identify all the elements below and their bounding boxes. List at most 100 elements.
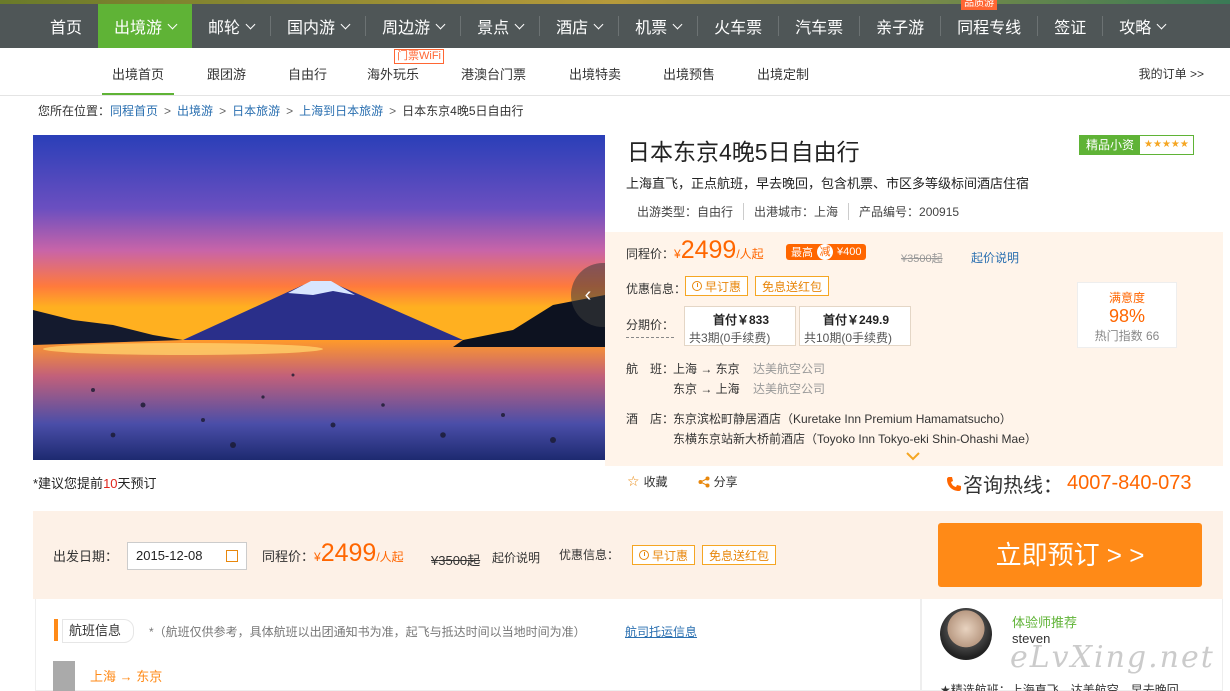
clock-icon	[639, 550, 649, 560]
price-explain-link[interactable]: 起价说明	[971, 249, 1019, 266]
nav-guides[interactable]: 攻略	[1103, 4, 1181, 48]
share-button[interactable]: 分享	[698, 473, 738, 490]
price-label: 同程价：	[626, 247, 675, 261]
breadcrumb-label: 您所在位置：	[38, 104, 111, 118]
hotline-label: 咨询热线：	[963, 475, 1063, 497]
product-meta: 出游类型：自由行 出港城市：上海 产品编号：200915	[637, 203, 969, 220]
product-title: 日本东京4晚5日自由行	[627, 139, 860, 165]
product-id: 产品编号：200915	[859, 205, 960, 219]
nav-hotel[interactable]: 酒店	[540, 4, 618, 48]
satisfaction-value: 98%	[1108, 306, 1146, 326]
nav-home[interactable]: 首页	[34, 4, 98, 48]
booking-promo-early[interactable]: 早订惠	[632, 545, 696, 565]
flight-outbound: 上海 → 东京 达美航空公司	[673, 360, 825, 377]
booking-promo-redpacket[interactable]: 免息送红包	[702, 545, 777, 565]
nav-train[interactable]: 火车票	[698, 4, 778, 48]
chevron-down-icon	[514, 19, 525, 29]
star-rating-icon: ★★★★★	[1144, 139, 1189, 150]
installment-title: 首付￥833	[713, 313, 770, 327]
breadcrumb-link[interactable]: 上海到日本旅游	[299, 102, 383, 119]
nav-label: 签证	[1054, 20, 1087, 37]
subnav-custom[interactable]: 出境定制	[757, 64, 809, 83]
flight-route: 东京 → 上海	[673, 382, 740, 396]
main-nav: 首页 出境游 邮轮 国内游 周边游 景点 酒店 机票 火车票 汽车票 亲子游 品…	[0, 0, 1230, 48]
booking-price-unit: /人起	[376, 550, 404, 564]
flight-info-tab-label: 航班信息	[62, 619, 135, 643]
nav-family[interactable]: 亲子游	[860, 4, 940, 48]
subnav-overseas-fun[interactable]: 海外玩乐	[367, 64, 419, 83]
breadcrumb-link[interactable]: 出境游	[177, 102, 213, 119]
installment-option-3[interactable]: 首付￥833 共3期(0手续费)	[684, 306, 796, 346]
breadcrumb-link[interactable]: 日本旅游	[232, 102, 280, 119]
nav-outbound[interactable]: 出境游	[98, 4, 193, 48]
nav-label: 机票	[635, 20, 668, 37]
favorite-label: 收藏	[643, 475, 668, 489]
departure-date-input[interactable]: 2015-12-08	[127, 542, 247, 570]
subnav-hk-tickets[interactable]: 港澳台门票	[461, 64, 526, 83]
subnav-free-travel[interactable]: 自由行	[288, 64, 327, 83]
hotline-number[interactable]: 4007-840-073	[1067, 472, 1192, 495]
nav-special-line[interactable]: 品质游 同程专线	[941, 0, 1037, 48]
chevron-down-icon	[245, 19, 256, 29]
promo-redpacket[interactable]: 免息送红包	[755, 276, 830, 296]
nav-nearby[interactable]: 周边游	[366, 4, 460, 48]
chevron-down-icon	[340, 19, 351, 29]
star-outline-icon: ☆	[627, 473, 640, 489]
booking-price-explain[interactable]: 起价说明	[492, 549, 540, 566]
nav-cruise[interactable]: 邮轮	[192, 4, 270, 48]
chevron-down-icon	[435, 19, 446, 29]
nav-domestic[interactable]: 国内游	[271, 4, 365, 48]
departure-city: 出港城市：上海	[744, 203, 850, 220]
flight-info-tab[interactable]: 航班信息	[54, 619, 135, 643]
breadcrumb-link[interactable]: 同程首页	[110, 102, 158, 119]
installment-option-10[interactable]: 首付￥249.9 共10期(0手续费)	[799, 306, 911, 346]
hotline: 咨询热线： 4007-840-073	[945, 469, 1192, 498]
avatar	[940, 608, 992, 660]
breadcrumb: 您所在位置： 同程首页 > 出境游 > 日本旅游 > 上海到日本旅游 > 日本东京4晚5…	[38, 102, 524, 119]
my-orders-link[interactable]: 我的订单 >>	[1139, 65, 1204, 82]
nav-label: 邮轮	[208, 20, 241, 37]
quality-badge-label: 精品小资	[1080, 136, 1141, 154]
calendar-icon	[226, 550, 238, 562]
subnav-presale[interactable]: 出境预售	[663, 64, 715, 83]
flight-note: *（航班仅供参考，具体航班以出团通知书为准，起飞与抵达时间以当地时间为准）	[149, 625, 586, 639]
day-marker	[53, 661, 75, 691]
expert-title: 体验师推荐	[1012, 615, 1078, 630]
max-label: 最高	[791, 247, 813, 259]
promo-early-booking[interactable]: 早订惠	[685, 276, 749, 296]
advance-suffix: 天预订	[117, 476, 157, 491]
satisfaction-label: 满意度	[1108, 291, 1145, 305]
hotel-1: 东京滨松町静居酒店（Kuretake Inn Premium Hamamatsu…	[673, 412, 1012, 426]
nav-visa[interactable]: 签证	[1038, 4, 1102, 48]
breadcrumb-current: 日本东京4晚5日自由行	[402, 104, 524, 118]
product-subtitle: 上海直飞，正点航班，早去晚回，包含机票、市区多等级标间酒店住宿	[626, 176, 1030, 191]
nav-flag-badge: 品质游	[961, 0, 998, 10]
expand-chevron-icon[interactable]	[906, 450, 920, 464]
baggage-info-link[interactable]: 航司托运信息	[625, 623, 697, 640]
nav-attractions[interactable]: 景点	[461, 4, 539, 48]
subnav-deals[interactable]: 出境特卖	[569, 64, 621, 83]
booking-promo-label: 优惠信息：	[559, 548, 620, 562]
sub-nav: 出境首页 跟团游 自由行 海外玩乐 门票WiFi 港澳台门票 出境特卖 出境预售…	[0, 48, 1230, 96]
breadcrumb-separator: >	[389, 103, 397, 118]
installment-title: 首付￥249.9	[823, 313, 890, 327]
flight-info-section: 航班信息 *（航班仅供参考，具体航班以出团通知书为准，起飞与抵达时间以当地时间为…	[35, 599, 921, 691]
booking-price: 同程价： ¥ 2499 /人起	[262, 539, 404, 568]
nav-flights[interactable]: 机票	[619, 4, 697, 48]
nav-bus[interactable]: 汽车票	[779, 4, 859, 48]
subnav-outbound-home[interactable]: 出境首页	[102, 64, 175, 95]
discount-icon: 减	[817, 244, 833, 260]
promo-label: 优惠信息：	[626, 282, 687, 296]
booking-original-price: ¥3500起	[431, 553, 481, 568]
max-discount-tag: 最高减 ¥400	[786, 244, 867, 260]
flight-route: 上海 → 东京	[673, 362, 740, 376]
favorite-button[interactable]: ☆ 收藏	[627, 473, 668, 490]
subnav-group-tour[interactable]: 跟团游	[207, 64, 246, 83]
flight-return: 东京 → 上海 达美航空公司	[673, 380, 825, 397]
price-unit: /人起	[736, 247, 764, 261]
flight-label: 航 班：	[626, 362, 675, 376]
book-now-button[interactable]: 立即预订 > >	[938, 523, 1202, 587]
nav-label: 汽车票	[795, 20, 844, 37]
expert-line: ★精选航班：上海直飞，达美航空，早去晚回	[940, 683, 1179, 691]
price-row: 同程价： ¥ 2499 /人起	[626, 236, 764, 265]
